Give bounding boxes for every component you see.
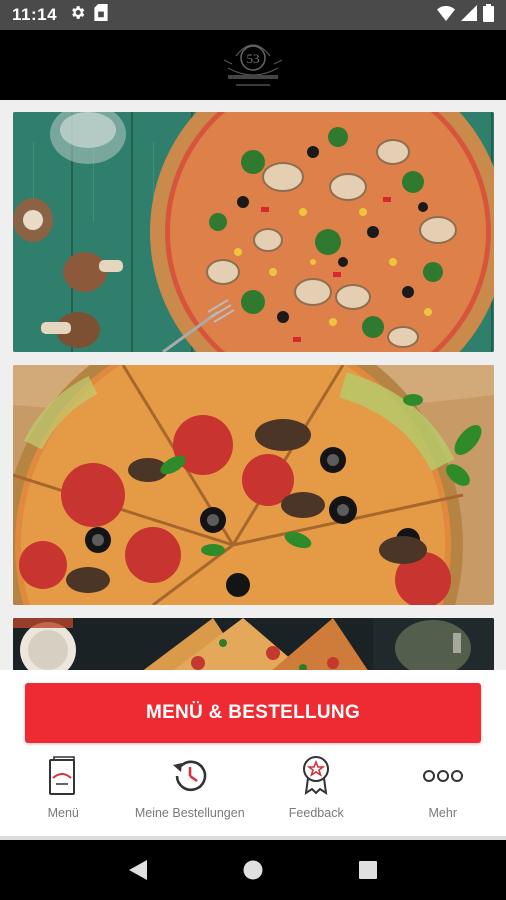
pizza-image-salami [13, 365, 494, 605]
recents-icon[interactable] [348, 850, 388, 890]
app-screen: 11:14 53 MENÜ & BESTELLUNG Menü Meine Be… [0, 0, 506, 900]
bottom-navigation: Menü Meine Bestellungen Feedback Mehr [0, 752, 506, 822]
nav-label-menu: Menü [47, 806, 79, 820]
home-icon[interactable] [233, 850, 273, 890]
system-navigation-bar [0, 840, 506, 900]
content-gallery[interactable] [0, 100, 506, 670]
wifi-icon [437, 5, 455, 26]
app-header: 53 [0, 30, 506, 100]
restaurant-logo: 53 [213, 34, 293, 96]
signal-icon [461, 4, 477, 26]
nav-label-orders: Meine Bestellungen [134, 806, 245, 820]
nav-label-more: Mehr [428, 806, 457, 820]
award-ribbon-icon [300, 754, 332, 798]
status-time: 11:14 [12, 5, 58, 24]
logo-number: 53 [247, 51, 260, 66]
nav-item-orders[interactable]: Meine Bestellungen [127, 752, 254, 822]
history-icon [169, 754, 211, 798]
gear-icon [69, 4, 86, 26]
nav-item-more[interactable]: Mehr [380, 752, 506, 822]
status-bar: 11:14 [0, 0, 506, 30]
battery-icon [483, 3, 494, 27]
more-dots-icon [422, 754, 464, 798]
menu-book-icon [48, 754, 78, 798]
sim-card-icon [94, 4, 108, 26]
bottom-panel: MENÜ & BESTELLUNG Menü Meine Bestellunge… [0, 670, 506, 840]
back-icon[interactable] [118, 850, 158, 890]
pizza-image-vegetable [13, 112, 494, 352]
menu-order-button[interactable]: MENÜ & BESTELLUNG [25, 683, 481, 743]
pizza-image-slices [13, 618, 494, 670]
nav-label-feedback: Feedback [288, 806, 344, 820]
nav-item-feedback[interactable]: Feedback [253, 752, 380, 822]
nav-item-menu[interactable]: Menü [0, 752, 127, 822]
